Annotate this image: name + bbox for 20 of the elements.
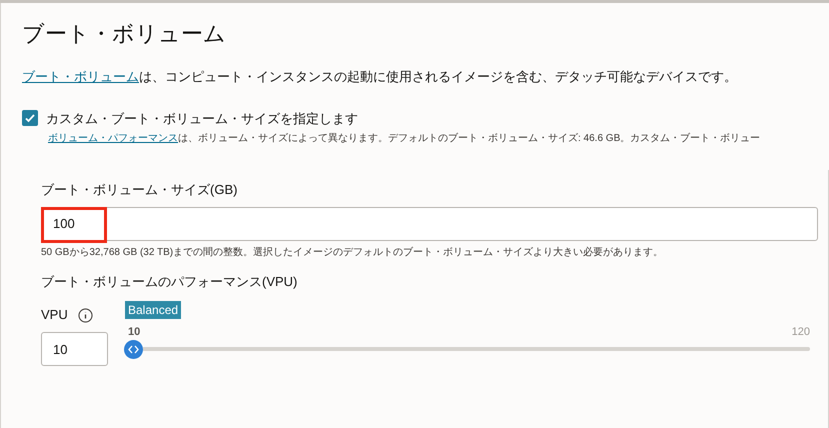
info-icon[interactable] [78, 308, 93, 322]
help-text: ボリューム・パフォーマンスは、ボリューム・サイズによって異なります。デフォルトのブート・ボリューム・サイズ: 46.6 GB。カスタム・ブート・ボリュー [48, 132, 762, 146]
vpu-label: VPU [41, 306, 68, 324]
arrows-icon [128, 344, 139, 354]
size-hint: 50 GBから32,768 GB (32 TB)までの間の整数。選択したイメージのデフォルトのブート・ボリューム・サイズより大きい必要があります。 [41, 246, 664, 260]
min-value: 10 [128, 325, 140, 340]
performance-heading: ブート・ボリュームのパフォーマンス(VPU) [41, 272, 298, 291]
boot-volume-link[interactable]: ブート・ボリューム [22, 69, 139, 84]
slider-thumb[interactable] [124, 340, 143, 358]
volume-performance-link[interactable]: ボリューム・パフォーマンス [48, 133, 178, 144]
balanced-badge: Balanced [125, 301, 182, 319]
checkbox[interactable] [22, 110, 38, 126]
checkbox-label: カスタム・ブート・ボリューム・サイズを指定します [46, 110, 358, 128]
vpu-input[interactable]: 10 [41, 332, 108, 366]
check-icon [24, 112, 36, 124]
intro-text: ブート・ボリュームは、コンピュート・インスタンスの起動に使用されるイメージを含む、デタッチ可能なデバイスです。 [22, 68, 738, 86]
section-title: ブート・ボリューム [22, 20, 227, 48]
size-label: ブート・ボリューム・サイズ(GB) [41, 181, 238, 199]
max-value: 120 [792, 325, 810, 340]
size-input[interactable]: 100 [41, 206, 818, 240]
